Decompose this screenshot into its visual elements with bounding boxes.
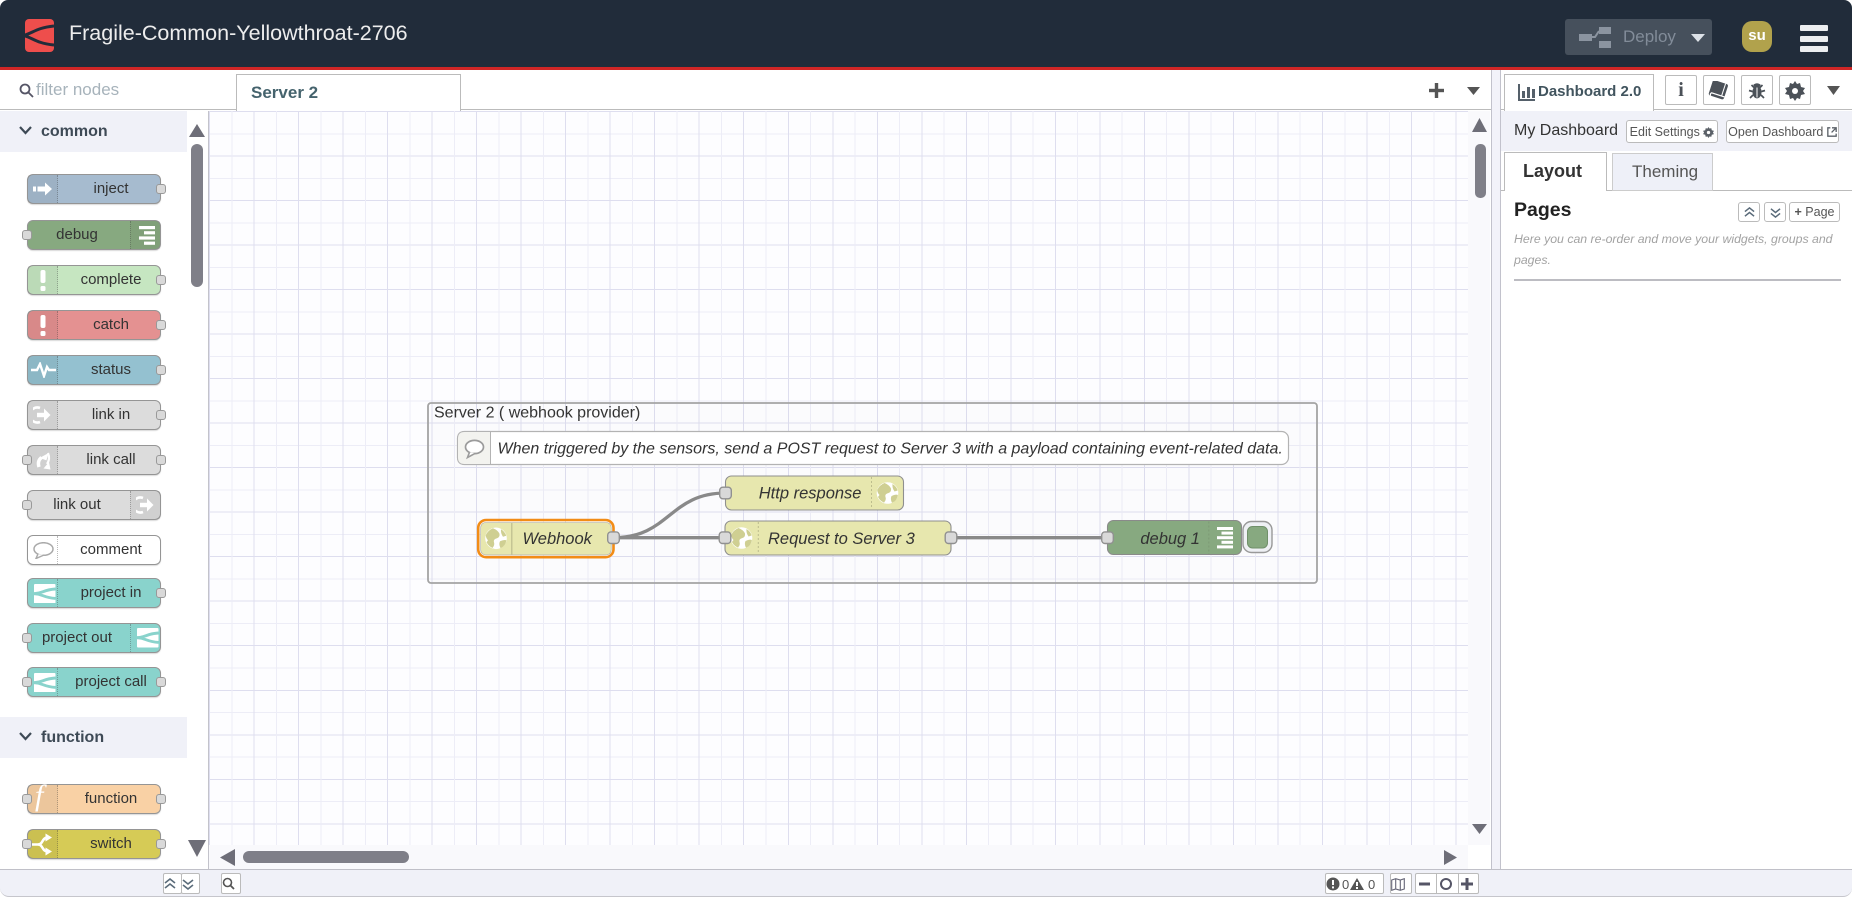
svg-text:0: 0 — [1342, 877, 1349, 891]
svg-text:0: 0 — [1368, 877, 1375, 891]
svg-text:Server 2 ( webhook provider): Server 2 ( webhook provider) — [434, 405, 640, 422]
svg-text:debug 1: debug 1 — [1140, 530, 1200, 548]
svg-text:When triggered by the sensors,: When triggered by the sensors, send a PO… — [498, 441, 1283, 458]
svg-text:Webhook: Webhook — [523, 530, 593, 548]
svg-text:Http response: Http response — [759, 485, 862, 503]
svg-text:Request to Server 3: Request to Server 3 — [768, 530, 916, 548]
